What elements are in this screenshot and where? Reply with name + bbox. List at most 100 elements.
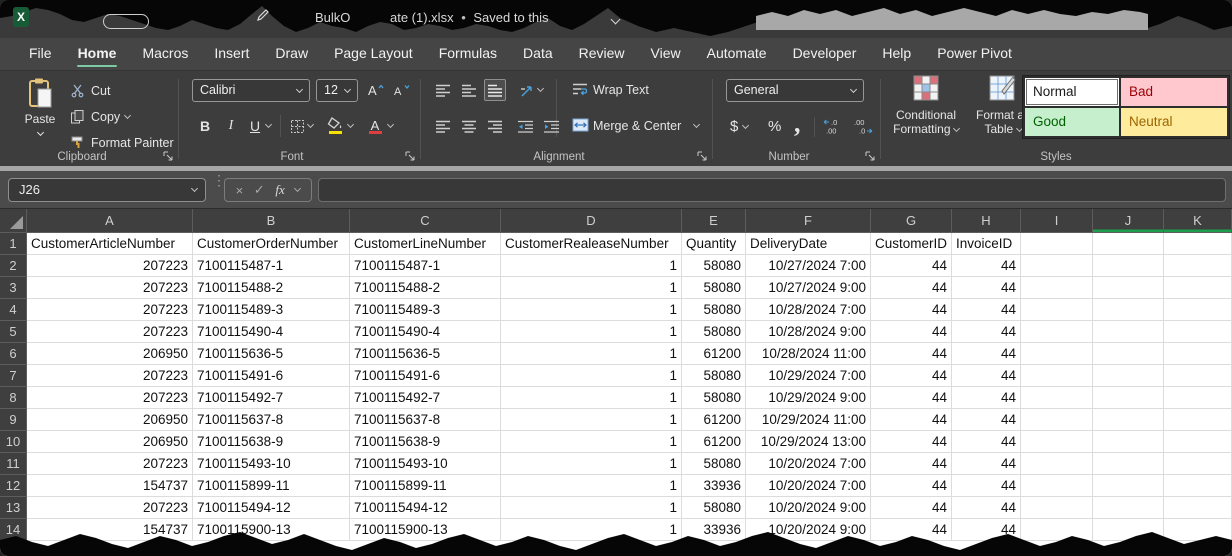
cell-C13[interactable]: 7100115494-12 bbox=[350, 497, 501, 519]
cell-K5[interactable] bbox=[1164, 321, 1232, 343]
cell-J8[interactable] bbox=[1093, 387, 1164, 409]
insert-function-icon[interactable]: fx bbox=[275, 182, 284, 198]
menu-tab-automate[interactable]: Automate bbox=[694, 38, 780, 70]
font-size-combo[interactable]: 12 bbox=[316, 79, 358, 102]
cell-E11[interactable]: 58080 bbox=[682, 453, 746, 475]
cell-E6[interactable]: 61200 bbox=[682, 343, 746, 365]
menu-tab-draw[interactable]: Draw bbox=[262, 38, 321, 70]
cell-B11[interactable]: 7100115493-10 bbox=[193, 453, 350, 475]
paste-button[interactable]: Paste bbox=[16, 77, 64, 135]
cell-F10[interactable]: 10/29/2024 13:00 bbox=[746, 431, 871, 453]
cell-G1[interactable]: CustomerID bbox=[871, 233, 952, 255]
row-header-9[interactable]: 9 bbox=[0, 409, 27, 431]
cell-I10[interactable] bbox=[1021, 431, 1093, 453]
cell-D6[interactable]: 1 bbox=[501, 343, 682, 365]
column-header-E[interactable]: E bbox=[682, 209, 746, 233]
cell-F12[interactable]: 10/20/2024 7:00 bbox=[746, 475, 871, 497]
font-color-button[interactable]: A bbox=[364, 115, 386, 137]
cell-C12[interactable]: 7100115899-11 bbox=[350, 475, 501, 497]
cell-F14[interactable]: 10/20/2024 9:00 bbox=[746, 519, 871, 541]
cell-G10[interactable]: 44 bbox=[871, 431, 952, 453]
cell-H2[interactable]: 44 bbox=[952, 255, 1021, 277]
cut-button[interactable]: Cut bbox=[70, 83, 110, 99]
cell-C14[interactable]: 7100115900-13 bbox=[350, 519, 501, 541]
cell-D8[interactable]: 1 bbox=[501, 387, 682, 409]
cell-J9[interactable] bbox=[1093, 409, 1164, 431]
cell-C8[interactable]: 7100115492-7 bbox=[350, 387, 501, 409]
cell-A1[interactable]: CustomerArticleNumber bbox=[27, 233, 193, 255]
cell-E2[interactable]: 58080 bbox=[682, 255, 746, 277]
number-format-combo[interactable]: General bbox=[726, 79, 864, 102]
cell-E10[interactable]: 61200 bbox=[682, 431, 746, 453]
cell-C9[interactable]: 7100115637-8 bbox=[350, 409, 501, 431]
cell-F2[interactable]: 10/27/2024 7:00 bbox=[746, 255, 871, 277]
formula-input[interactable] bbox=[318, 178, 1226, 202]
cell-E1[interactable]: Quantity bbox=[682, 233, 746, 255]
cell-G9[interactable]: 44 bbox=[871, 409, 952, 431]
cell-K2[interactable] bbox=[1164, 255, 1232, 277]
cell-A8[interactable]: 207223 bbox=[27, 387, 193, 409]
column-header-F[interactable]: F bbox=[746, 209, 871, 233]
cell-F3[interactable]: 10/27/2024 9:00 bbox=[746, 277, 871, 299]
cell-J11[interactable] bbox=[1093, 453, 1164, 475]
cell-I5[interactable] bbox=[1021, 321, 1093, 343]
menu-tab-insert[interactable]: Insert bbox=[201, 38, 262, 70]
cell-A11[interactable]: 207223 bbox=[27, 453, 193, 475]
cell-E14[interactable]: 33936 bbox=[682, 519, 746, 541]
increase-decimal-button[interactable]: .0.00 bbox=[820, 115, 846, 137]
excel-app-icon[interactable]: X bbox=[13, 7, 35, 27]
cell-G11[interactable]: 44 bbox=[871, 453, 952, 475]
row-header-8[interactable]: 8 bbox=[0, 387, 27, 409]
cell-I12[interactable] bbox=[1021, 475, 1093, 497]
row-header-12[interactable]: 12 bbox=[0, 475, 27, 497]
menu-tab-power-pivot[interactable]: Power Pivot bbox=[924, 38, 1025, 70]
cell-A2[interactable]: 207223 bbox=[27, 255, 193, 277]
cell-G13[interactable]: 44 bbox=[871, 497, 952, 519]
cell-I9[interactable] bbox=[1021, 409, 1093, 431]
cell-B9[interactable]: 7100115637-8 bbox=[193, 409, 350, 431]
menu-tab-data[interactable]: Data bbox=[510, 38, 566, 70]
cell-K11[interactable] bbox=[1164, 453, 1232, 475]
format-painter-button[interactable]: Format Painter bbox=[70, 135, 174, 151]
cell-B14[interactable]: 7100115900-13 bbox=[193, 519, 350, 541]
cell-F13[interactable]: 10/20/2024 9:00 bbox=[746, 497, 871, 519]
percent-format-button[interactable]: % bbox=[768, 118, 781, 135]
cell-H12[interactable]: 44 bbox=[952, 475, 1021, 497]
menu-tab-developer[interactable]: Developer bbox=[780, 38, 870, 70]
cell-E13[interactable]: 58080 bbox=[682, 497, 746, 519]
cell-E8[interactable]: 58080 bbox=[682, 387, 746, 409]
menu-tab-file[interactable]: File bbox=[16, 38, 65, 70]
cell-E4[interactable]: 58080 bbox=[682, 299, 746, 321]
cell-F8[interactable]: 10/29/2024 9:00 bbox=[746, 387, 871, 409]
fill-color-button[interactable] bbox=[324, 115, 346, 137]
decrease-indent-button[interactable] bbox=[514, 115, 536, 137]
cell-D12[interactable]: 1 bbox=[501, 475, 682, 497]
cell-J4[interactable] bbox=[1093, 299, 1164, 321]
cell-B4[interactable]: 7100115489-3 bbox=[193, 299, 350, 321]
row-header-1[interactable]: 1 bbox=[0, 233, 27, 255]
row-header-14[interactable]: 14 bbox=[0, 519, 27, 541]
cell-K10[interactable] bbox=[1164, 431, 1232, 453]
cell-K9[interactable] bbox=[1164, 409, 1232, 431]
cell-B8[interactable]: 7100115492-7 bbox=[193, 387, 350, 409]
cell-J7[interactable] bbox=[1093, 365, 1164, 387]
cell-J10[interactable] bbox=[1093, 431, 1164, 453]
currency-format-button[interactable]: $ bbox=[730, 118, 748, 135]
italic-button[interactable]: I bbox=[220, 115, 242, 137]
cell-G8[interactable]: 44 bbox=[871, 387, 952, 409]
cell-H6[interactable]: 44 bbox=[952, 343, 1021, 365]
cell-C5[interactable]: 7100115490-4 bbox=[350, 321, 501, 343]
cell-C6[interactable]: 7100115636-5 bbox=[350, 343, 501, 365]
row-header-6[interactable]: 6 bbox=[0, 343, 27, 365]
select-all-corner[interactable] bbox=[0, 209, 27, 233]
cell-I14[interactable] bbox=[1021, 519, 1093, 541]
row-header-2[interactable]: 2 bbox=[0, 255, 27, 277]
cell-E9[interactable]: 61200 bbox=[682, 409, 746, 431]
cell-D4[interactable]: 1 bbox=[501, 299, 682, 321]
cell-K14[interactable] bbox=[1164, 519, 1232, 541]
cell-H13[interactable]: 44 bbox=[952, 497, 1021, 519]
align-center-button[interactable] bbox=[458, 115, 480, 137]
increase-indent-button[interactable] bbox=[540, 115, 562, 137]
cell-I3[interactable] bbox=[1021, 277, 1093, 299]
cell-B3[interactable]: 7100115488-2 bbox=[193, 277, 350, 299]
